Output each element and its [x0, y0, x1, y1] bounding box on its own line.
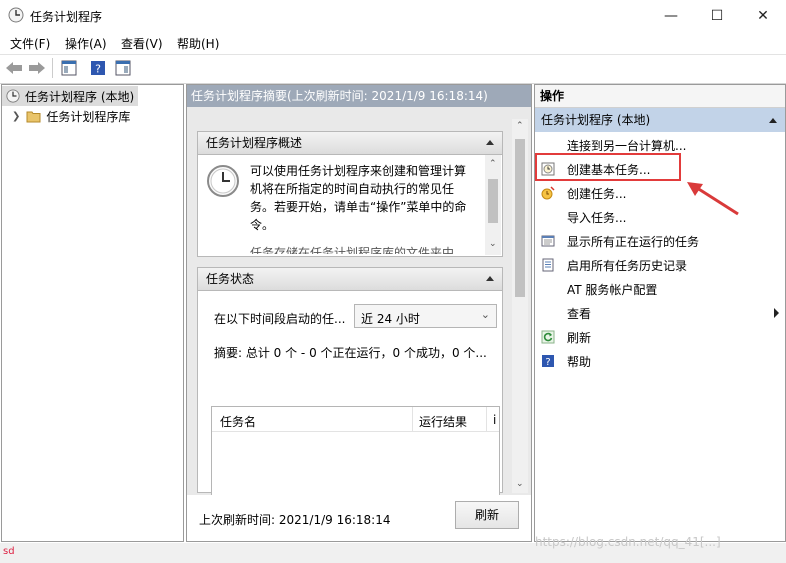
tree-library-label: 任务计划程序库 [46, 109, 131, 124]
clock-icon [6, 89, 20, 103]
collapse-caret-icon[interactable] [769, 118, 777, 123]
task-table: 任务名 运行结果 i [211, 406, 500, 498]
status-title: 任务状态 [206, 272, 255, 286]
refresh-button[interactable]: 刷新 [455, 501, 519, 529]
action-label: 连接到另一台计算机... [567, 138, 687, 153]
blank-icon [541, 282, 555, 296]
scroll-thumb[interactable] [488, 179, 498, 223]
big-clock-icon [206, 164, 240, 198]
clock-app-icon [8, 7, 24, 23]
col-extra[interactable]: i [493, 413, 499, 427]
scroll-down-icon[interactable]: ⌄ [516, 479, 524, 489]
actions-group-header[interactable]: 任务计划程序 (本地) [535, 108, 785, 132]
menu-view[interactable]: 查看(V) [121, 35, 163, 52]
actions-group-label: 任务计划程序 (本地) [541, 113, 651, 127]
action-enable-history[interactable]: 启用所有任务历史记录 [535, 253, 785, 277]
overview-text: 可以使用任务计划程序来创建和管理计算机将在所指定的时间自动执行的常见任务。若要开… [250, 164, 467, 232]
task-status-section: 任务状态 在以下时间段启动的任... 近 24 小时 ⌄ 摘要: 总计 0 个 … [197, 267, 503, 498]
scroll-thumb[interactable] [515, 139, 525, 297]
toolbar-divider [52, 58, 53, 78]
col-divider [486, 407, 487, 431]
actions-title: 操作 [535, 85, 785, 108]
action-show-running[interactable]: 显示所有正在运行的任务 [535, 229, 785, 253]
blank-icon [541, 306, 555, 320]
scroll-down-icon[interactable]: ⌄ [489, 239, 497, 249]
show-hide-action-icon[interactable] [113, 58, 133, 78]
action-at-service[interactable]: AT 服务帐户配置 [535, 277, 785, 301]
submenu-arrow-icon [774, 308, 779, 318]
annotation-arrow-icon [684, 180, 744, 220]
overview-scrollbar[interactable]: ⌃ ⌄ [485, 155, 501, 255]
col-task-name[interactable]: 任务名 [220, 413, 256, 430]
create-task-icon [541, 186, 555, 200]
svg-text:?: ? [545, 357, 550, 368]
maximize-button[interactable]: ☐ [694, 0, 740, 31]
action-label: 刷新 [567, 330, 592, 345]
action-label: 帮助 [567, 354, 592, 369]
action-label: 显示所有正在运行的任务 [567, 234, 700, 249]
blank-icon [541, 210, 555, 224]
tree-library-item[interactable]: ❯ 任务计划程序库 [2, 106, 183, 126]
help-icon: ? [541, 354, 555, 368]
show-hide-tree-icon[interactable] [59, 58, 79, 78]
action-help[interactable]: ? 帮助 [535, 349, 785, 373]
last-refresh-text: 上次刷新时间: 2021/1/9 16:18:14 [199, 513, 391, 527]
status-bar: sd https://blog.csdn.net/qq_41[...] [0, 535, 786, 563]
watermark-text: https://blog.csdn.net/qq_41[...] [535, 535, 721, 549]
action-label: 导入任务... [567, 210, 627, 225]
action-label: AT 服务帐户配置 [567, 282, 658, 297]
overview-section: 任务计划程序概述 可以使用任务计划程序来创建和管理计算机将在所指定的时间自动执行… [197, 131, 503, 257]
overview-text-cut: 任务存储在任务计划程序库的文件夹中 [250, 246, 455, 254]
col-run-result[interactable]: 运行结果 [419, 413, 467, 430]
col-divider [412, 407, 413, 431]
summary-pane: 任务计划程序摘要(上次刷新时间: 2021/1/9 16:18:14) 任务计划… [186, 84, 532, 542]
overview-title-bar[interactable]: 任务计划程序概述 [198, 132, 502, 155]
tree-root-item[interactable]: 任务计划程序 (本地) [2, 86, 138, 106]
folder-icon [26, 110, 41, 123]
menu-file[interactable]: 文件(F) [10, 35, 50, 52]
summary-header: 任务计划程序摘要(上次刷新时间: 2021/1/9 16:18:14) [187, 85, 531, 107]
overview-title: 任务计划程序概述 [206, 136, 303, 150]
table-header: 任务名 运行结果 i [212, 407, 499, 432]
back-arrow-icon[interactable] [4, 58, 24, 78]
scroll-up-icon[interactable]: ⌃ [489, 159, 497, 169]
time-range-value: 近 24 小时 [361, 312, 420, 326]
action-import-task[interactable]: 导入任务... [535, 205, 785, 229]
scroll-up-icon[interactable]: ⌃ [516, 121, 524, 131]
history-icon [541, 258, 555, 272]
collapse-caret-icon[interactable] [486, 276, 494, 281]
action-refresh[interactable]: 刷新 [535, 325, 785, 349]
menu-action[interactable]: 操作(A) [65, 35, 107, 52]
collapse-caret-icon[interactable] [486, 140, 494, 145]
summary-scrollbar[interactable]: ⌃ ⌄ [512, 119, 528, 493]
minimize-button[interactable]: — [648, 0, 694, 31]
forward-arrow-icon[interactable] [27, 58, 47, 78]
time-range-select[interactable]: 近 24 小时 ⌄ [354, 304, 497, 328]
dropdown-chevron-icon: ⌄ [480, 308, 490, 321]
action-label: 启用所有任务历史记录 [567, 258, 688, 273]
navigation-tree: 任务计划程序 (本地) ❯ 任务计划程序库 [1, 84, 184, 542]
help-toolbar-icon[interactable]: ? [88, 58, 108, 78]
status-summary: 摘要: 总计 0 个 - 0 个正在运行，0 个成功，0 个... [214, 346, 487, 360]
status-text: sd [3, 546, 15, 557]
menu-help[interactable]: 帮助(H) [177, 35, 219, 52]
refresh-icon [541, 330, 555, 344]
summary-footer: 上次刷新时间: 2021/1/9 16:18:14 刷新 [187, 495, 531, 541]
window-title: 任务计划程序 [30, 10, 103, 24]
action-label: 创建任务... [567, 186, 627, 201]
action-view[interactable]: 查看 [535, 301, 785, 325]
running-tasks-icon [541, 234, 555, 248]
tree-root-label: 任务计划程序 (本地) [25, 89, 135, 104]
blank-icon [541, 138, 555, 152]
close-button[interactable]: ✕ [740, 0, 786, 31]
status-title-bar[interactable]: 任务状态 [198, 268, 502, 291]
action-create-task[interactable]: 创建任务... [535, 181, 785, 205]
expand-chevron-icon[interactable]: ❯ [12, 111, 20, 122]
highlight-box [535, 153, 681, 181]
action-label: 查看 [567, 306, 592, 321]
svg-text:?: ? [95, 63, 101, 76]
filter-label: 在以下时间段启动的任... [214, 312, 346, 326]
